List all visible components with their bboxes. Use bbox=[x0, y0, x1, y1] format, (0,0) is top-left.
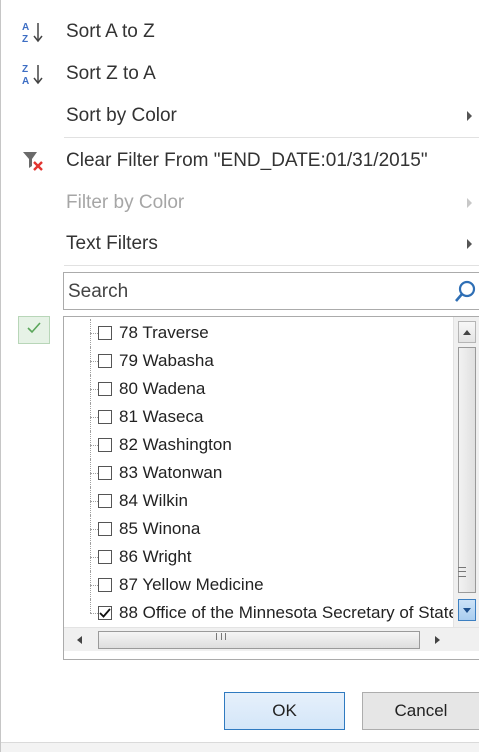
vertical-scroll-thumb[interactable] bbox=[458, 347, 476, 593]
scroll-left-button[interactable] bbox=[68, 630, 90, 650]
tree-line bbox=[90, 445, 98, 446]
checkmark-icon bbox=[27, 321, 41, 339]
menu-item-clear-filter[interactable]: Clear Filter From "END_DATE:01/31/2015" bbox=[1, 141, 479, 181]
list-item[interactable]: 80 Wadena bbox=[64, 375, 454, 403]
list-item[interactable]: 87 Yellow Medicine bbox=[64, 571, 454, 599]
list-item[interactable]: 84 Wilkin bbox=[64, 487, 454, 515]
item-checkbox[interactable] bbox=[98, 438, 112, 452]
submenu-arrow-icon bbox=[467, 198, 472, 208]
filter-by-color-label: Filter by Color bbox=[66, 192, 185, 213]
svg-text:A: A bbox=[22, 22, 29, 33]
scroll-up-button[interactable] bbox=[458, 321, 476, 343]
item-checkbox[interactable] bbox=[98, 410, 112, 424]
list-item-label: 85 Winona bbox=[119, 519, 201, 538]
chevron-right-icon bbox=[434, 636, 440, 644]
cancel-button[interactable]: Cancel bbox=[362, 692, 479, 730]
list-item-label: 88 Office of the Minnesota Secretary of … bbox=[119, 603, 454, 622]
list-item-label: 81 Waseca bbox=[119, 407, 204, 426]
list-item[interactable]: 78 Traverse bbox=[64, 319, 454, 347]
clear-filter-icon bbox=[21, 149, 45, 173]
list-item-label: 83 Watonwan bbox=[119, 463, 223, 482]
search-box[interactable] bbox=[63, 272, 479, 310]
vertical-scrollbar[interactable] bbox=[453, 317, 479, 627]
clear-filter-label: Clear Filter From "END_DATE:01/31/2015" bbox=[66, 150, 428, 171]
sort-ascending-icon: A Z bbox=[21, 20, 45, 44]
submenu-arrow-icon bbox=[467, 239, 472, 249]
menu-item-sort-by-color[interactable]: Sort by Color bbox=[1, 96, 479, 136]
text-filters-label: Text Filters bbox=[66, 233, 158, 254]
list-item[interactable]: 85 Winona bbox=[64, 515, 454, 543]
item-checkbox[interactable] bbox=[98, 550, 112, 564]
svg-text:A: A bbox=[22, 76, 29, 86]
item-checkbox[interactable] bbox=[98, 354, 112, 368]
list-item[interactable]: 81 Waseca bbox=[64, 403, 454, 431]
search-icon[interactable] bbox=[453, 278, 479, 309]
scroll-right-button[interactable] bbox=[426, 630, 448, 650]
tree-line bbox=[90, 473, 98, 474]
menu-item-sort-a-to-z[interactable]: A Z Sort A to Z bbox=[1, 12, 479, 52]
tree-line bbox=[90, 501, 98, 502]
horizontal-scrollbar[interactable] bbox=[64, 627, 479, 651]
ok-button[interactable]: OK bbox=[224, 692, 345, 730]
list-item-label: 86 Wright bbox=[119, 547, 192, 566]
menu-item-filter-by-color: Filter by Color bbox=[1, 183, 479, 223]
filter-value-list-items: 78 Traverse 79 Wabasha 80 Wadena 81 Wase… bbox=[64, 317, 454, 627]
item-checkbox-checked[interactable] bbox=[98, 606, 112, 620]
sort-descending-icon: Z A bbox=[21, 62, 45, 86]
tree-line bbox=[90, 599, 98, 613]
tree-line bbox=[90, 529, 98, 530]
tree-line bbox=[90, 585, 98, 586]
menu-item-sort-z-to-a[interactable]: Z A Sort Z to A bbox=[1, 54, 479, 94]
menu-item-text-filters[interactable]: Text Filters bbox=[1, 224, 479, 264]
list-item-label: 79 Wabasha bbox=[119, 351, 214, 370]
list-item[interactable]: 82 Washington bbox=[64, 431, 454, 459]
list-item-label: 82 Washington bbox=[119, 435, 232, 454]
chevron-up-icon bbox=[463, 329, 471, 335]
item-checkbox[interactable] bbox=[98, 326, 112, 340]
filter-value-list[interactable]: 78 Traverse 79 Wabasha 80 Wadena 81 Wase… bbox=[63, 316, 479, 660]
checkmark-icon bbox=[99, 608, 111, 618]
tree-line bbox=[90, 557, 98, 558]
tree-line bbox=[90, 613, 98, 614]
list-item[interactable]: 83 Watonwan bbox=[64, 459, 454, 487]
svg-text:Z: Z bbox=[22, 34, 28, 44]
panel-footer-strip bbox=[1, 742, 479, 752]
scroll-down-button[interactable] bbox=[458, 599, 476, 621]
item-checkbox[interactable] bbox=[98, 578, 112, 592]
tree-line bbox=[90, 361, 98, 362]
sort-by-color-label: Sort by Color bbox=[66, 105, 177, 126]
tree-line bbox=[90, 417, 98, 418]
submenu-arrow-icon bbox=[467, 111, 472, 121]
list-item-label: 87 Yellow Medicine bbox=[119, 575, 264, 594]
menu-separator bbox=[64, 137, 479, 138]
list-item[interactable]: 79 Wabasha bbox=[64, 347, 454, 375]
list-item-label: 84 Wilkin bbox=[119, 491, 188, 510]
list-item[interactable]: 86 Wright bbox=[64, 543, 454, 571]
scroll-grip-icon bbox=[458, 567, 466, 577]
list-item-label: 80 Wadena bbox=[119, 379, 206, 398]
list-item-label: 78 Traverse bbox=[119, 323, 209, 342]
item-checkbox[interactable] bbox=[98, 382, 112, 396]
menu-separator bbox=[64, 265, 479, 266]
tree-line bbox=[90, 389, 98, 390]
scroll-grip-icon bbox=[216, 633, 226, 640]
chevron-left-icon bbox=[76, 636, 82, 644]
list-item[interactable]: 88 Office of the Minnesota Secretary of … bbox=[64, 599, 454, 627]
item-checkbox[interactable] bbox=[98, 522, 112, 536]
item-checkbox[interactable] bbox=[98, 494, 112, 508]
sort-a-to-z-label: Sort A to Z bbox=[66, 21, 155, 42]
svg-text:Z: Z bbox=[22, 64, 28, 75]
sort-z-to-a-label: Sort Z to A bbox=[66, 63, 156, 84]
select-all-checkbox[interactable] bbox=[18, 316, 50, 344]
filter-dropdown-panel: A Z Sort A to Z Z A Sort Z to A Sort by … bbox=[0, 0, 479, 752]
chevron-down-icon bbox=[463, 607, 471, 613]
item-checkbox[interactable] bbox=[98, 466, 112, 480]
tree-line bbox=[90, 333, 98, 334]
horizontal-scroll-thumb[interactable] bbox=[98, 631, 420, 649]
search-input[interactable] bbox=[68, 279, 448, 305]
